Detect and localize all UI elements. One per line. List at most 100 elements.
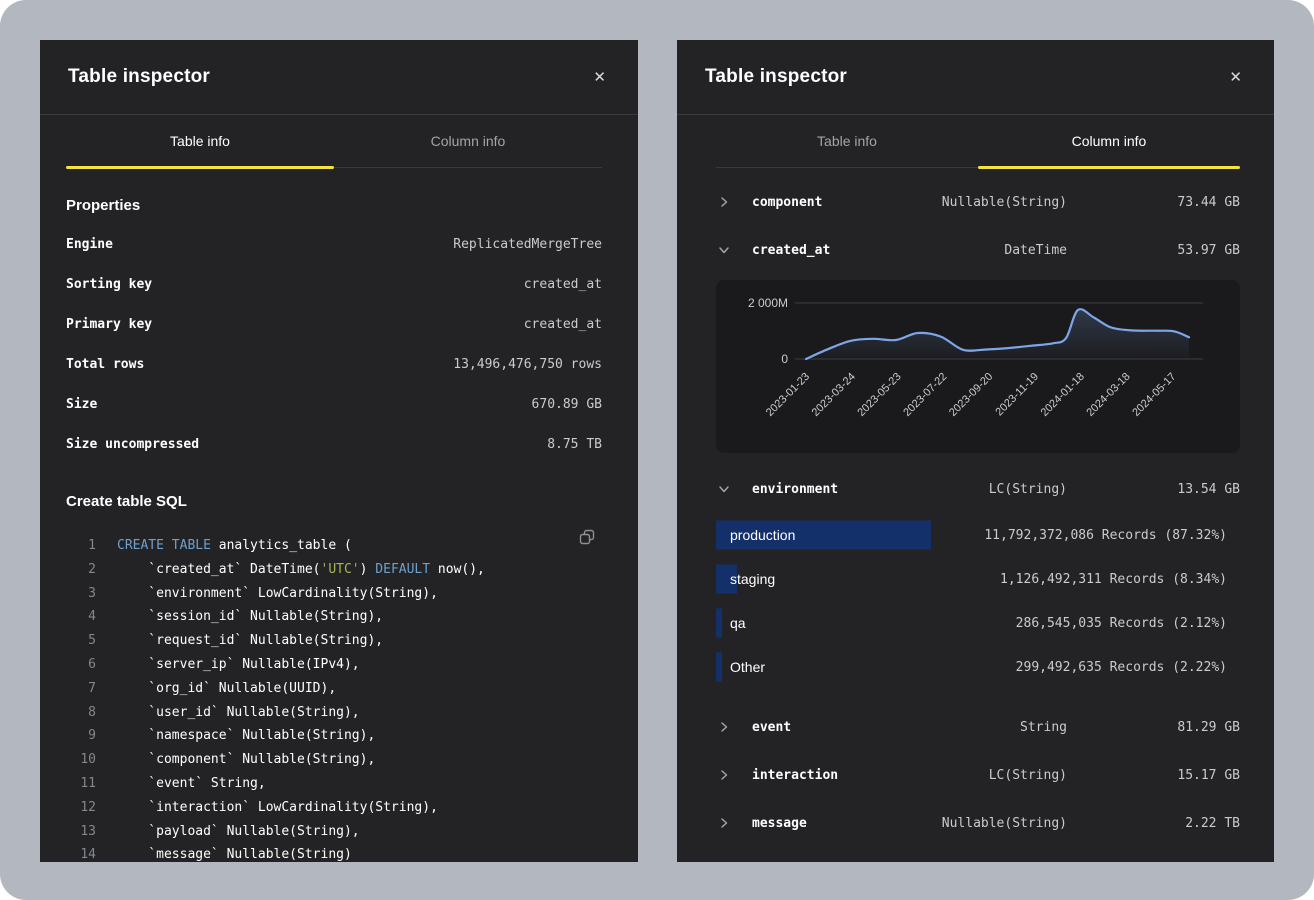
close-icon[interactable]: ✕ <box>1225 66 1246 89</box>
column-name: component <box>752 195 822 210</box>
area-fill <box>806 309 1189 359</box>
tab-table-info[interactable]: Table info <box>716 115 978 167</box>
table-inspector-modal-table-info: Table inspector ✕ Table infoColumn info … <box>40 40 638 862</box>
x-axis-tick-label: 2024-05-17 <box>1130 371 1178 419</box>
sql-token: `event` String, <box>117 776 266 791</box>
sql-line: 13 `payload` Nullable(String), <box>66 820 602 844</box>
property-value: 670.89 GB <box>532 397 602 412</box>
property-label: Engine <box>66 237 113 252</box>
sql-token: `org_id` Nullable(UUID), <box>117 681 336 696</box>
column-name: message <box>752 816 807 831</box>
column-name: created_at <box>752 243 830 258</box>
copy-icon[interactable] <box>576 526 598 551</box>
sql-lines: 1CREATE TABLE analytics_table (2 `create… <box>66 534 602 862</box>
property-label: Sorting key <box>66 277 152 292</box>
value-row-other: Other299,492,635 Records (2.22%) <box>716 645 1240 689</box>
create-table-sql-heading: Create table SQL <box>66 492 602 512</box>
sql-line: 11 `event` String, <box>66 772 602 796</box>
area-chart-svg: 2 000M02023-01-232023-03-242023-05-23202… <box>716 280 1240 453</box>
property-value: 8.75 TB <box>547 437 602 452</box>
value-bar <box>716 653 722 682</box>
modal-title: Table inspector <box>705 66 847 88</box>
x-axis-tick-label: 2023-03-24 <box>810 371 858 419</box>
tab-table-info[interactable]: Table info <box>66 115 334 167</box>
chevron-right-icon <box>716 767 732 783</box>
sql-token: `component` Nullable(String), <box>117 752 375 767</box>
sql-line: 7 `org_id` Nullable(UUID), <box>66 677 602 701</box>
sql-code-text: `component` Nullable(String), <box>117 748 375 772</box>
sql-line: 10 `component` Nullable(String), <box>66 748 602 772</box>
column-row-event[interactable]: eventString81.29 GB <box>716 703 1240 751</box>
column-size: 53.97 GB <box>1177 243 1240 258</box>
column-row-component[interactable]: componentNullable(String)73.44 GB <box>716 178 1240 226</box>
column-info-content: componentNullable(String)73.44 GBcreated… <box>677 178 1274 847</box>
close-icon[interactable]: ✕ <box>589 66 610 89</box>
value-row-qa: qa286,545,035 Records (2.12%) <box>716 601 1240 645</box>
sql-code-text: `namespace` Nullable(String), <box>117 724 375 748</box>
column-name: environment <box>752 482 838 497</box>
column-type: LC(String) <box>989 768 1067 783</box>
chevron-right-icon <box>716 719 732 735</box>
columns-list: componentNullable(String)73.44 GBcreated… <box>716 178 1240 847</box>
sql-token: CREATE TABLE <box>117 538 219 553</box>
property-label: Primary key <box>66 317 152 332</box>
x-axis-tick-label: 2023-07-22 <box>901 371 949 419</box>
property-value: 13,496,476,750 rows <box>453 357 602 372</box>
table-inspector-modal-column-info: Table inspector ✕ Table infoColumn info … <box>677 40 1274 862</box>
sql-code-text: `message` Nullable(String) <box>117 843 352 862</box>
modal-header: Table inspector ✕ <box>677 40 1274 115</box>
column-type: Nullable(String) <box>942 816 1067 831</box>
column-row-environment[interactable]: environmentLC(String)13.54 GB <box>716 465 1240 513</box>
sql-token: `interaction` LowCardinality(String), <box>117 800 438 815</box>
properties-list: EngineReplicatedMergeTreeSorting keycrea… <box>66 224 602 464</box>
column-row-created-at[interactable]: created_atDateTime53.97 GB <box>716 226 1240 274</box>
sql-line-number: 8 <box>66 701 96 725</box>
x-axis-tick-label: 2023-09-20 <box>947 371 995 419</box>
sql-line-number: 1 <box>66 534 96 558</box>
sql-line-number: 5 <box>66 629 96 653</box>
property-row-engine: Engine ReplicatedMergeTree <box>66 224 602 264</box>
value-label: staging <box>730 571 775 587</box>
property-row-total-rows: Total rows13,496,476,750 rows <box>66 344 602 384</box>
value-records: 299,492,635 Records (2.22%) <box>1016 660 1227 675</box>
tab-column-info[interactable]: Column info <box>334 115 602 167</box>
sql-token: `namespace` Nullable(String), <box>117 728 375 743</box>
value-records: 1,126,492,311 Records (8.34%) <box>1000 572 1227 587</box>
sql-token: now(), <box>430 562 485 577</box>
sql-code-text: CREATE TABLE analytics_table ( <box>117 534 352 558</box>
tab-bar: Table infoColumn info <box>66 115 602 168</box>
value-records: 11,792,372,086 Records (87.32%) <box>984 528 1227 543</box>
sql-token: `created_at` DateTime( <box>117 562 321 577</box>
sql-token: `environment` LowCardinality(String), <box>117 586 438 601</box>
sql-token: `user_id` Nullable(String), <box>117 705 360 720</box>
created-at-chart: 2 000M02023-01-232023-03-242023-05-23202… <box>716 280 1240 453</box>
x-axis-tick-label: 2023-05-23 <box>855 371 903 419</box>
environment-values-list: production11,792,372,086 Records (87.32%… <box>716 513 1240 689</box>
x-axis-tick-label: 2023-01-23 <box>764 371 812 419</box>
column-row-message[interactable]: message Nullable(String) 2.22 TB <box>716 799 1240 847</box>
sql-line: 8 `user_id` Nullable(String), <box>66 701 602 725</box>
sql-token: analytics_table ( <box>219 538 352 553</box>
chevron-right-icon <box>716 815 732 831</box>
sql-code-text: `payload` Nullable(String), <box>117 820 360 844</box>
chevron-down-icon <box>716 481 732 497</box>
tab-column-info[interactable]: Column info <box>978 115 1240 167</box>
column-row-interaction[interactable]: interactionLC(String)15.17 GB <box>716 751 1240 799</box>
sql-token: `session_id` Nullable(String), <box>117 609 383 624</box>
column-type: String <box>1020 720 1067 735</box>
sql-line: 12 `interaction` LowCardinality(String), <box>66 796 602 820</box>
sql-line: 2 `created_at` DateTime('UTC') DEFAULT n… <box>66 558 602 582</box>
sql-line-number: 2 <box>66 558 96 582</box>
x-axis-tick-label: 2024-03-18 <box>1084 371 1132 419</box>
column-size: 2.22 TB <box>1185 816 1240 831</box>
properties-heading: Properties <box>66 196 602 216</box>
sql-line: 6 `server_ip` Nullable(IPv4), <box>66 653 602 677</box>
sql-token: DEFAULT <box>375 562 430 577</box>
property-value: ReplicatedMergeTree <box>453 237 602 252</box>
sql-code-text: `session_id` Nullable(String), <box>117 605 383 629</box>
sql-line: 4 `session_id` Nullable(String), <box>66 605 602 629</box>
sql-line-number: 14 <box>66 843 96 862</box>
column-size: 73.44 GB <box>1177 195 1240 210</box>
tab-bar: Table infoColumn info <box>716 115 1240 168</box>
sql-line-number: 7 <box>66 677 96 701</box>
